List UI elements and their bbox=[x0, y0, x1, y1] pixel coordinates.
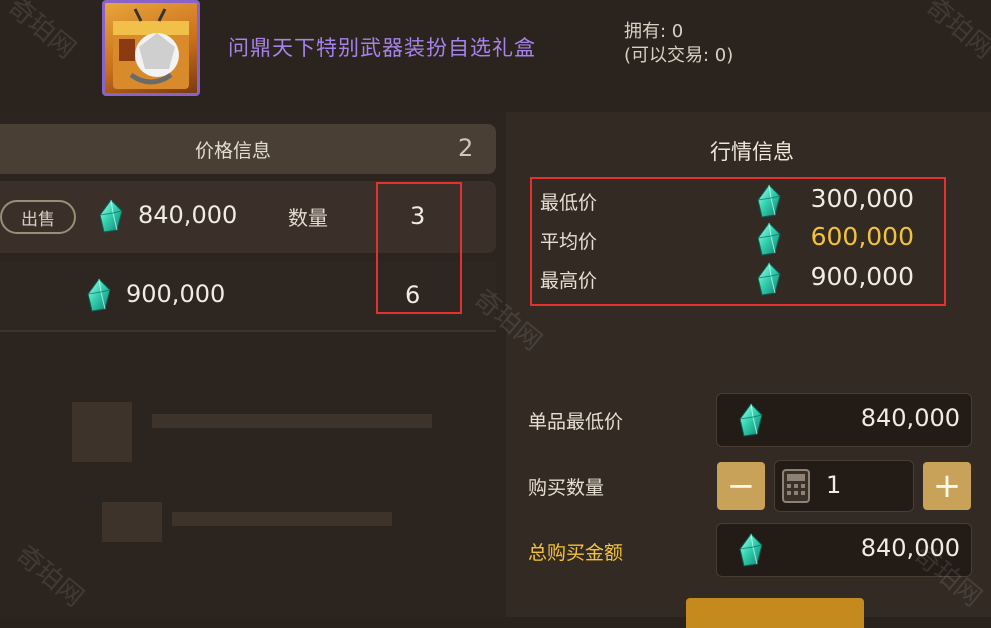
price-panel-title: 价格信息 bbox=[195, 140, 272, 162]
gem-currency-icon bbox=[738, 403, 764, 437]
faded-background-content bbox=[62, 392, 482, 592]
gem-currency-icon bbox=[86, 278, 112, 312]
quantity-label: 数量 bbox=[288, 206, 328, 230]
gem-currency-icon bbox=[98, 199, 124, 233]
calculator-icon[interactable] bbox=[782, 469, 810, 503]
gift-box-icon bbox=[102, 0, 200, 96]
sell-badge: 出售 bbox=[0, 200, 76, 234]
tradable-count: (可以交易: 0) bbox=[624, 45, 734, 66]
decrease-quantity-button[interactable]: − bbox=[717, 462, 765, 510]
unit-min-price-value: 840,000 bbox=[860, 404, 960, 432]
total-price-label: 总购买金额 bbox=[528, 542, 624, 564]
listing-price: 840,000 bbox=[138, 201, 238, 229]
increase-quantity-button[interactable]: + bbox=[923, 462, 971, 510]
row-divider bbox=[0, 330, 496, 332]
ownership-info: 拥有: 0 (可以交易: 0) bbox=[624, 20, 733, 68]
market-highlight-box bbox=[530, 177, 946, 306]
gem-currency-icon bbox=[738, 533, 764, 567]
buy-button[interactable] bbox=[686, 598, 864, 628]
quantity-value: 1 bbox=[826, 471, 842, 499]
unit-min-price-label: 单品最低价 bbox=[528, 411, 624, 433]
item-name: 问鼎天下特别武器装扮自选礼盒 bbox=[228, 36, 536, 60]
owned-count: 拥有: 0 bbox=[624, 21, 684, 42]
market-panel-title: 行情信息 bbox=[710, 140, 794, 164]
listing-count: 2 bbox=[458, 134, 474, 162]
quantity-highlight-box bbox=[376, 182, 462, 314]
buy-quantity-label: 购买数量 bbox=[528, 477, 605, 499]
listing-price: 900,000 bbox=[126, 280, 226, 308]
